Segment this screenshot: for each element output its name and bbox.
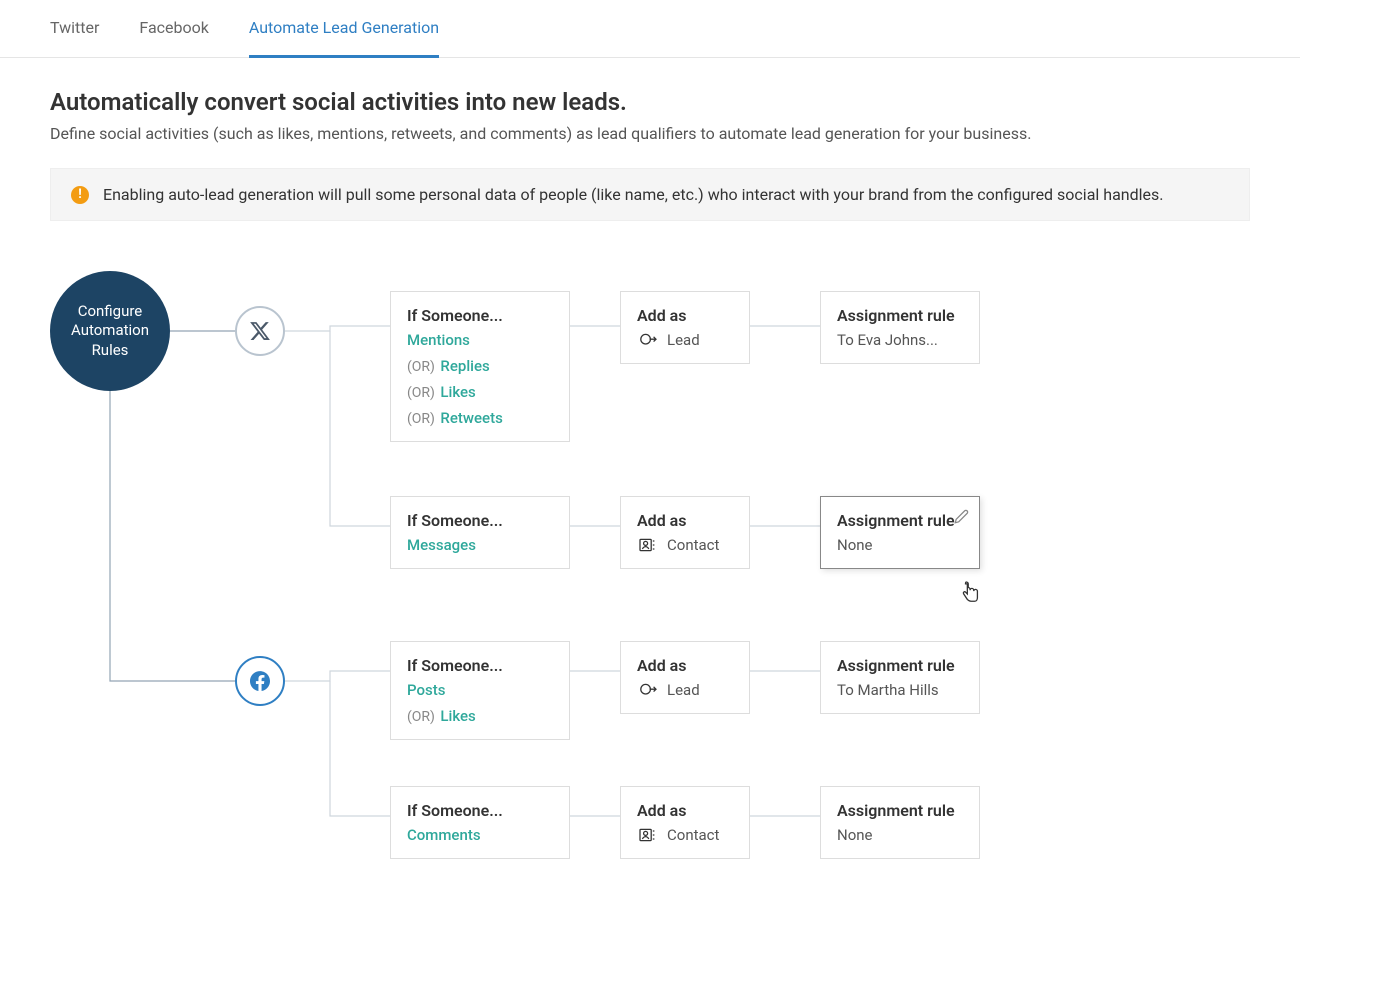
if-someone-card-facebook-2[interactable]: If Someone... Comments bbox=[390, 786, 570, 859]
add-as-card-facebook-1[interactable]: Add as Lead bbox=[620, 641, 750, 714]
add-as-card-twitter-1[interactable]: Add as Lead bbox=[620, 291, 750, 364]
warning-banner: ! Enabling auto-lead generation will pul… bbox=[50, 168, 1250, 221]
card-title: Add as bbox=[637, 511, 733, 530]
action-messages: Messages bbox=[407, 536, 553, 554]
facebook-icon bbox=[248, 669, 272, 693]
page-title: Automatically convert social activities … bbox=[50, 88, 1250, 116]
assignment-rule-card-facebook-1[interactable]: Assignment rule To Martha Hills bbox=[820, 641, 980, 714]
contact-icon bbox=[637, 826, 659, 844]
add-as-value: Contact bbox=[637, 826, 733, 844]
if-someone-card-twitter-1[interactable]: If Someone... Mentions (OR) Replies (OR)… bbox=[390, 291, 570, 442]
assign-value: None bbox=[837, 536, 963, 554]
action-likes: Likes bbox=[440, 707, 475, 725]
twitter-x-node[interactable] bbox=[235, 306, 285, 356]
card-title: If Someone... bbox=[407, 801, 553, 820]
tabs: Twitter Facebook Automate Lead Generatio… bbox=[0, 0, 1300, 58]
assign-value: To Martha Hills bbox=[837, 681, 963, 699]
tab-automate-lead-generation[interactable]: Automate Lead Generation bbox=[249, 0, 439, 58]
action-comments: Comments bbox=[407, 826, 553, 844]
lead-icon bbox=[637, 681, 659, 699]
configure-automation-rules-node[interactable]: Configure Automation Rules bbox=[50, 271, 170, 391]
warning-icon: ! bbox=[71, 186, 89, 204]
add-as-card-facebook-2[interactable]: Add as Contact bbox=[620, 786, 750, 859]
if-someone-card-facebook-1[interactable]: If Someone... Posts (OR) Likes bbox=[390, 641, 570, 740]
tab-twitter[interactable]: Twitter bbox=[50, 0, 99, 57]
cursor-pointer-icon bbox=[960, 581, 982, 609]
tab-facebook[interactable]: Facebook bbox=[139, 0, 208, 57]
assignment-rule-card-twitter-1[interactable]: Assignment rule To Eva Johns... bbox=[820, 291, 980, 364]
automation-diagram: Configure Automation Rules If Someone...… bbox=[50, 261, 1250, 901]
action-retweets: Retweets bbox=[440, 409, 502, 427]
contact-icon bbox=[637, 536, 659, 554]
action-likes: Likes bbox=[440, 383, 475, 401]
card-title: Assignment rule bbox=[837, 511, 963, 530]
card-title: If Someone... bbox=[407, 656, 553, 675]
or-line: (OR) Likes bbox=[407, 707, 553, 725]
page-subtitle: Define social activities (such as likes,… bbox=[50, 124, 1250, 143]
edit-icon[interactable] bbox=[954, 509, 969, 528]
warning-text: Enabling auto-lead generation will pull … bbox=[103, 185, 1163, 204]
assign-value: None bbox=[837, 826, 963, 844]
x-icon bbox=[249, 320, 271, 342]
card-title: Add as bbox=[637, 306, 733, 325]
action-mentions: Mentions bbox=[407, 331, 553, 349]
action-replies: Replies bbox=[440, 357, 489, 375]
or-line: (OR) Likes bbox=[407, 383, 553, 401]
if-someone-card-twitter-2[interactable]: If Someone... Messages bbox=[390, 496, 570, 569]
card-title: If Someone... bbox=[407, 511, 553, 530]
assignment-rule-card-twitter-2[interactable]: Assignment rule None bbox=[820, 496, 980, 569]
assignment-rule-card-facebook-2[interactable]: Assignment rule None bbox=[820, 786, 980, 859]
card-title: Add as bbox=[637, 656, 733, 675]
main-circle-label: Configure Automation Rules bbox=[60, 302, 160, 361]
or-line: (OR) Replies bbox=[407, 357, 553, 375]
card-title: Assignment rule bbox=[837, 306, 963, 325]
card-title: Add as bbox=[637, 801, 733, 820]
card-title: Assignment rule bbox=[837, 801, 963, 820]
facebook-node[interactable] bbox=[235, 656, 285, 706]
add-as-value: Lead bbox=[637, 331, 733, 349]
assign-value: To Eva Johns... bbox=[837, 331, 963, 349]
add-as-value: Lead bbox=[637, 681, 733, 699]
page-content: Automatically convert social activities … bbox=[0, 58, 1300, 931]
or-line: (OR) Retweets bbox=[407, 409, 553, 427]
add-as-card-twitter-2[interactable]: Add as Contact bbox=[620, 496, 750, 569]
action-posts: Posts bbox=[407, 681, 553, 699]
card-title: Assignment rule bbox=[837, 656, 963, 675]
card-title: If Someone... bbox=[407, 306, 553, 325]
lead-icon bbox=[637, 331, 659, 349]
social-lead-automation-page: Twitter Facebook Automate Lead Generatio… bbox=[0, 0, 1300, 931]
add-as-value: Contact bbox=[637, 536, 733, 554]
